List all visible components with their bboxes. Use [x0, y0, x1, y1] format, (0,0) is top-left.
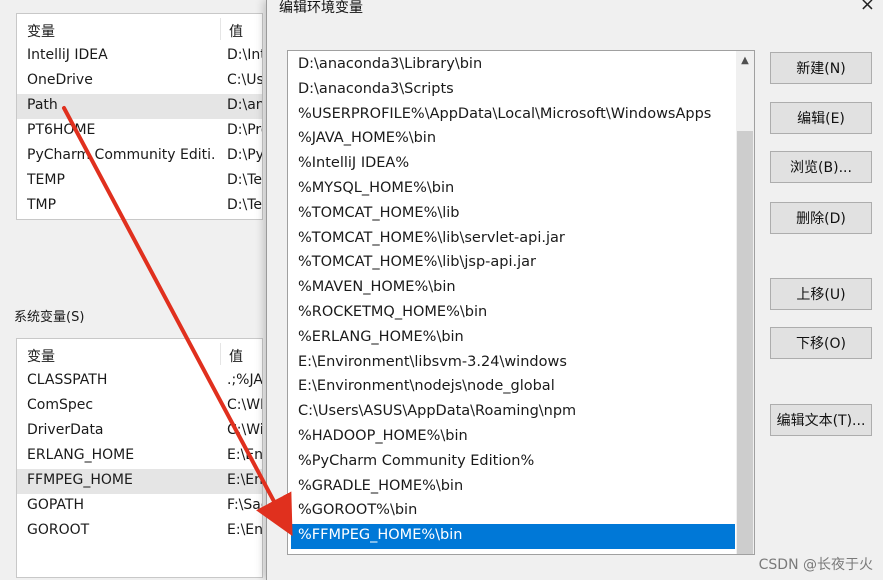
var-value: C:\Use [227, 72, 262, 88]
var-name: Path [27, 97, 58, 113]
delete-button[interactable]: 删除(D) [770, 202, 872, 234]
path-entry[interactable]: D:\anaconda3\Library\bin [291, 53, 735, 78]
var-value: F:\Sac [227, 497, 262, 513]
path-entries-list[interactable]: D:\anaconda3\Library\bin D:\anaconda3\Scr… [287, 50, 755, 555]
user-var-row[interactable]: PyCharm Community Editi... D:\Py [17, 144, 262, 169]
var-name: CLASSPATH [27, 372, 108, 388]
path-entry[interactable]: %JAVA_HOME%\bin [291, 127, 735, 152]
var-name: GOPATH [27, 497, 84, 513]
var-name: IntelliJ IDEA [27, 47, 108, 63]
system-var-row[interactable]: GOROOT E:\Env [17, 519, 262, 544]
var-name: PT6HOME [27, 122, 96, 138]
var-value: E:\Env [227, 522, 263, 538]
path-entry-selected[interactable]: %FFMPEG_HOME%\bin [291, 524, 735, 550]
var-name: FFMPEG_HOME [27, 472, 133, 488]
path-entry[interactable]: E:\Environment\libsvm-3.24\windows [291, 351, 735, 376]
system-var-row[interactable]: CLASSPATH .;%JAV [17, 369, 262, 394]
path-entry[interactable]: %ROCKETMQ_HOME%\bin [291, 301, 735, 326]
path-entry[interactable]: %USERPROFILE%\AppData\Local\Microsoft\Wi… [291, 103, 735, 128]
path-entry[interactable]: %HADOOP_HOME%\bin [291, 425, 735, 450]
edit-text-button[interactable]: 编辑文本(T)... [770, 404, 872, 436]
path-entry[interactable]: %GOROOT%\bin [291, 499, 735, 524]
var-value: D:\Te [227, 172, 262, 188]
var-value: E:\En [227, 447, 263, 463]
path-entry[interactable]: C:\Users\ASUS\AppData\Roaming\npm [291, 400, 735, 425]
scroll-up-arrow-icon[interactable]: ▲ [736, 51, 754, 69]
user-variables-list[interactable]: 变量 值 IntelliJ IDEAD:\Int OneDriveC:\Use … [16, 13, 263, 220]
path-entry[interactable]: %ERLANG_HOME%\bin [291, 326, 735, 351]
column-header-variable[interactable]: 变量 [27, 21, 55, 41]
move-up-button[interactable]: 上移(U) [770, 278, 872, 310]
path-entry[interactable]: %MAVEN_HOME%\bin [291, 276, 735, 301]
column-header-variable[interactable]: 变量 [27, 346, 55, 366]
user-variables-header: 变量 值 [17, 14, 262, 44]
var-value: D:\Py [227, 147, 263, 163]
move-down-button[interactable]: 下移(O) [770, 327, 872, 359]
var-name: OneDrive [27, 72, 93, 88]
path-entry[interactable]: %GRADLE_HOME%\bin [291, 475, 735, 500]
var-value: D:\Int [227, 47, 263, 63]
var-name: GOROOT [27, 522, 90, 538]
column-header-value[interactable]: 值 [229, 346, 243, 366]
system-var-row[interactable]: DriverData C:\Wi [17, 419, 262, 444]
path-entry[interactable]: D:\anaconda3\Scripts [291, 78, 735, 103]
path-entry[interactable]: %IntelliJ IDEA% [291, 152, 735, 177]
csdn-watermark: CSDN @长夜于火 [758, 557, 873, 573]
path-entry[interactable]: E:\Environment\nodejs\node_global [291, 375, 735, 400]
path-entry[interactable]: %PyCharm Community Edition% [291, 450, 735, 475]
var-name: ComSpec [27, 397, 94, 413]
var-value: D:\Te [227, 197, 262, 213]
system-var-row[interactable]: ERLANG_HOME E:\En [17, 444, 262, 469]
user-var-row[interactable]: IntelliJ IDEA D:\Int [17, 44, 262, 69]
var-value: D:\Pro [227, 122, 262, 138]
close-icon[interactable]: × [860, 0, 875, 15]
dialog-title: 编辑环境变量 [279, 0, 363, 16]
edit-environment-variable-dialog: 编辑环境变量 × D:\anaconda3\Library\bin D:\anac… [266, 0, 883, 580]
browse-button[interactable]: 浏览(B)... [770, 151, 872, 183]
var-value: D:\ana [227, 97, 262, 113]
var-name: DriverData [27, 422, 104, 438]
system-var-row-ffmpeg-selected[interactable]: FFMPEG_HOME E:\En [17, 469, 262, 494]
var-value: E:\En [227, 472, 263, 488]
path-entry[interactable]: %TOMCAT_HOME%\lib [291, 202, 735, 227]
user-var-row[interactable]: TEMP D:\Te [17, 169, 262, 194]
column-header-value[interactable]: 值 [229, 21, 243, 41]
system-var-row[interactable]: ComSpec C:\WI [17, 394, 262, 419]
system-variables-list[interactable]: 变量 值 CLASSPATH .;%JAV ComSpec C:\WI Driver… [16, 338, 263, 578]
user-var-row[interactable]: PT6HOME D:\Pro [17, 119, 262, 144]
var-name: ERLANG_HOME [27, 447, 135, 463]
scrollbar-thumb[interactable] [737, 131, 753, 554]
edit-button[interactable]: 编辑(E) [770, 102, 872, 134]
system-var-row[interactable]: GOPATH F:\Sac [17, 494, 262, 519]
path-entry[interactable]: %TOMCAT_HOME%\lib\jsp-api.jar [291, 251, 735, 276]
path-entry[interactable]: %TOMCAT_HOME%\lib\servlet-api.jar [291, 227, 735, 252]
column-separator[interactable] [220, 18, 221, 40]
var-value: C:\WI [227, 397, 263, 413]
var-name: TEMP [27, 172, 65, 188]
environment-variables-window: 变量 值 IntelliJ IDEAD:\Int OneDriveC:\Use … [0, 0, 266, 580]
var-value: C:\Wi [227, 422, 263, 438]
var-value: .;%JAV [227, 372, 263, 388]
system-variables-label: 系统变量(S) [14, 310, 85, 325]
var-name: PyCharm Community Editi... [27, 147, 217, 163]
path-entry[interactable]: %MYSQL_HOME%\bin [291, 177, 735, 202]
user-var-row[interactable]: OneDrive C:\Use [17, 69, 262, 94]
var-name: TMP [27, 197, 57, 213]
vertical-scrollbar[interactable]: ▲ [736, 51, 754, 554]
user-var-row[interactable]: TMP D:\Te [17, 194, 262, 219]
system-variables-header: 变量 值 [17, 339, 262, 369]
user-var-row-path-selected[interactable]: Path D:\ana [17, 94, 262, 119]
new-button[interactable]: 新建(N) [770, 52, 872, 84]
column-separator[interactable] [220, 343, 221, 365]
